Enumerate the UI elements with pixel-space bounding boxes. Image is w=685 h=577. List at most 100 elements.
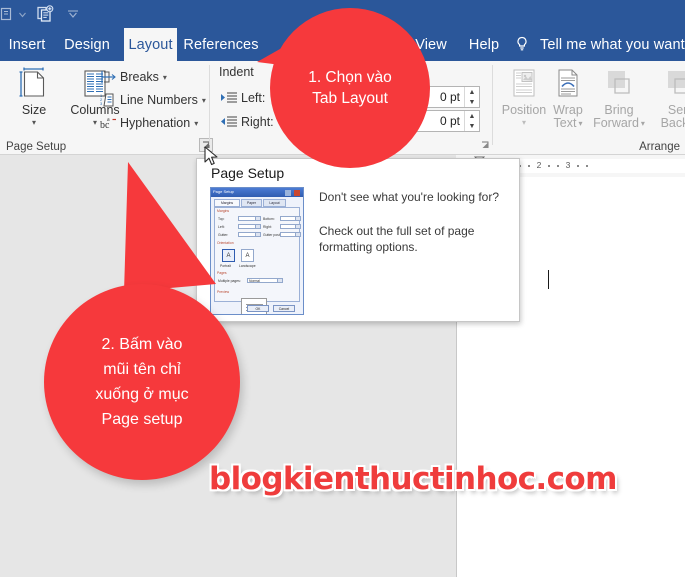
line-numbers-caret-icon[interactable]: ▾ bbox=[202, 96, 206, 105]
paragraph-dialog-launcher[interactable] bbox=[478, 138, 492, 152]
line-numbers-label: Line Numbers bbox=[120, 93, 198, 107]
tooltip-body-line2: Check out the full set of page formattin… bbox=[319, 224, 475, 254]
wrap-text-label-text: Text bbox=[553, 116, 577, 130]
tab-references[interactable]: References bbox=[182, 28, 260, 61]
callout-1-line-1: 1. Chọn vào bbox=[308, 69, 392, 86]
svg-text:a: a bbox=[107, 117, 110, 123]
indent-right-icon bbox=[219, 113, 239, 131]
thumbnail-cancel-button: Cancel bbox=[273, 305, 295, 312]
ribbon-group-page-setup: Size ▾ Columns ▾ Breaks ▾ 1 2 3 Line Num… bbox=[0, 61, 213, 155]
ruler-tick bbox=[528, 165, 530, 167]
indent-right-label-row: Right: bbox=[219, 111, 274, 133]
lightbulb-icon bbox=[513, 35, 531, 53]
text-cursor bbox=[548, 270, 549, 289]
thumbnail-tab-paper: Paper bbox=[241, 199, 262, 207]
thumbnail-input-left bbox=[238, 224, 261, 229]
ruler-tick bbox=[557, 165, 559, 167]
breaks-label: Breaks bbox=[120, 70, 159, 84]
indent-right-spinner[interactable]: ▲ ▼ bbox=[464, 111, 479, 131]
dropdown-arrow-icon[interactable] bbox=[12, 4, 32, 24]
tab-design[interactable]: Design bbox=[58, 28, 116, 61]
hyphenation-label: Hyphenation bbox=[120, 116, 191, 130]
line-numbers-icon: 123 bbox=[98, 91, 118, 109]
wrap-text-icon bbox=[553, 64, 583, 104]
word-application-window: Insert Design Layout References View Hel… bbox=[0, 0, 685, 577]
indent-left-label-row: Left: bbox=[219, 87, 265, 109]
size-caret-icon[interactable]: ▾ bbox=[32, 118, 36, 127]
indent-left-icon bbox=[219, 89, 239, 107]
thumbnail-input-gutter-position bbox=[280, 232, 301, 237]
thumbnail-input-gutter bbox=[238, 232, 261, 237]
thumbnail-label-bottom: Bottom: bbox=[263, 217, 275, 221]
ribbon-group-arrange: Position ▾ Wrap Text ▾ Bring Forward ▾ S… bbox=[496, 61, 685, 155]
wrap-text-button[interactable]: Wrap Text ▾ bbox=[546, 64, 590, 136]
position-caret-icon[interactable]: ▾ bbox=[522, 118, 526, 127]
thumbnail-input-right bbox=[280, 224, 301, 229]
breaks-caret-icon[interactable]: ▾ bbox=[163, 73, 167, 82]
group-divider-2 bbox=[492, 65, 493, 145]
hyphenation-button[interactable]: bc a Hyphenation ▾ bbox=[98, 112, 199, 134]
wrap-text-caret-icon[interactable]: ▾ bbox=[578, 117, 582, 130]
arrange-group-label: Arrange bbox=[639, 141, 680, 153]
mouse-cursor-icon bbox=[204, 146, 218, 166]
position-button-label: Position bbox=[501, 103, 547, 117]
tab-insert[interactable]: Insert bbox=[2, 28, 52, 61]
group-divider bbox=[209, 65, 210, 145]
thumbnail-orientation-landscape-label: Landscape bbox=[239, 264, 256, 268]
page-setup-tooltip: Page Setup Don't see what you're looking… bbox=[196, 158, 520, 322]
thumbnail-input-top bbox=[238, 216, 261, 221]
thumbnail-close-button bbox=[294, 189, 300, 196]
ruler-label-3: 3 bbox=[565, 160, 571, 170]
bring-forward-label-text: Forward bbox=[593, 116, 639, 130]
callout-2-line-2: mũi tên chỉ bbox=[103, 361, 181, 378]
bring-forward-button[interactable]: Bring Forward ▾ bbox=[588, 64, 650, 136]
callout-step-2: 2. Bấm vào mũi tên chỉ xuống ở mục Page … bbox=[44, 284, 240, 480]
send-backward-label-line2: Backw bbox=[660, 116, 685, 130]
customize-quick-access-chevron-icon[interactable] bbox=[63, 4, 83, 24]
hyphenation-caret-icon[interactable]: ▾ bbox=[194, 119, 198, 128]
indent-left-label: Left: bbox=[241, 91, 266, 105]
tab-help[interactable]: Help bbox=[462, 28, 506, 61]
breaks-button[interactable]: Breaks ▾ bbox=[98, 66, 167, 88]
tab-layout[interactable]: Layout bbox=[124, 28, 177, 61]
ruler-tick bbox=[577, 165, 579, 167]
bring-forward-caret-icon[interactable]: ▾ bbox=[641, 117, 645, 130]
callout-step-1: 1. Chọn vào Tab Layout bbox=[270, 8, 430, 168]
bring-forward-label-line2: Forward ▾ bbox=[593, 117, 645, 130]
copy-format-icon[interactable] bbox=[33, 2, 57, 26]
bring-forward-icon bbox=[602, 64, 636, 104]
tooltip-body-line1: Don't see what you're looking for? bbox=[319, 190, 500, 204]
ruler-tick bbox=[586, 165, 588, 167]
page-setup-group-label: Page Setup bbox=[6, 141, 67, 153]
position-icon bbox=[509, 64, 539, 104]
wrap-text-label-line2: Text ▾ bbox=[554, 117, 583, 130]
indent-group-label: Indent bbox=[219, 65, 254, 79]
hyphenation-icon: bc a bbox=[98, 114, 118, 132]
indent-right-label: Right: bbox=[241, 115, 274, 129]
tell-me-search-input[interactable]: Tell me what you want to do bbox=[540, 28, 685, 61]
thumbnail-input-bottom bbox=[280, 216, 301, 221]
thumbnail-orientation-landscape: A bbox=[241, 249, 254, 262]
indent-left-spinner[interactable]: ▲ ▼ bbox=[464, 87, 479, 107]
callout-2-line-3: xuống ở mục bbox=[95, 386, 189, 403]
size-button[interactable]: Size ▾ bbox=[6, 64, 62, 136]
callout-2-line-1: 2. Bấm vào bbox=[101, 336, 183, 353]
size-button-label: Size bbox=[21, 103, 47, 117]
thumbnail-value-multiple-pages: Normal bbox=[249, 279, 260, 283]
line-numbers-button[interactable]: 123 Line Numbers ▾ bbox=[98, 89, 206, 111]
site-watermark: blogkienthuctinhoc.com bbox=[209, 461, 617, 497]
position-button[interactable]: Position ▾ bbox=[498, 64, 550, 136]
svg-text:3: 3 bbox=[100, 101, 103, 106]
thumbnail-help-button bbox=[285, 189, 291, 196]
callout-1-line-2: Tab Layout bbox=[312, 90, 388, 107]
ruler-tick bbox=[548, 165, 550, 167]
ruler-label-2: 2 bbox=[536, 160, 542, 170]
send-backward-button[interactable]: Sen Backw bbox=[648, 64, 685, 136]
page-size-icon bbox=[17, 64, 51, 104]
callout-2-line-4: Page setup bbox=[101, 411, 183, 428]
thumbnail-ok-button: OK bbox=[247, 305, 269, 312]
columns-caret-icon[interactable]: ▾ bbox=[93, 118, 97, 127]
send-backward-icon bbox=[662, 64, 685, 104]
thumbnail-tab-layout: Layout bbox=[263, 199, 286, 207]
page-break-icon bbox=[98, 68, 118, 86]
